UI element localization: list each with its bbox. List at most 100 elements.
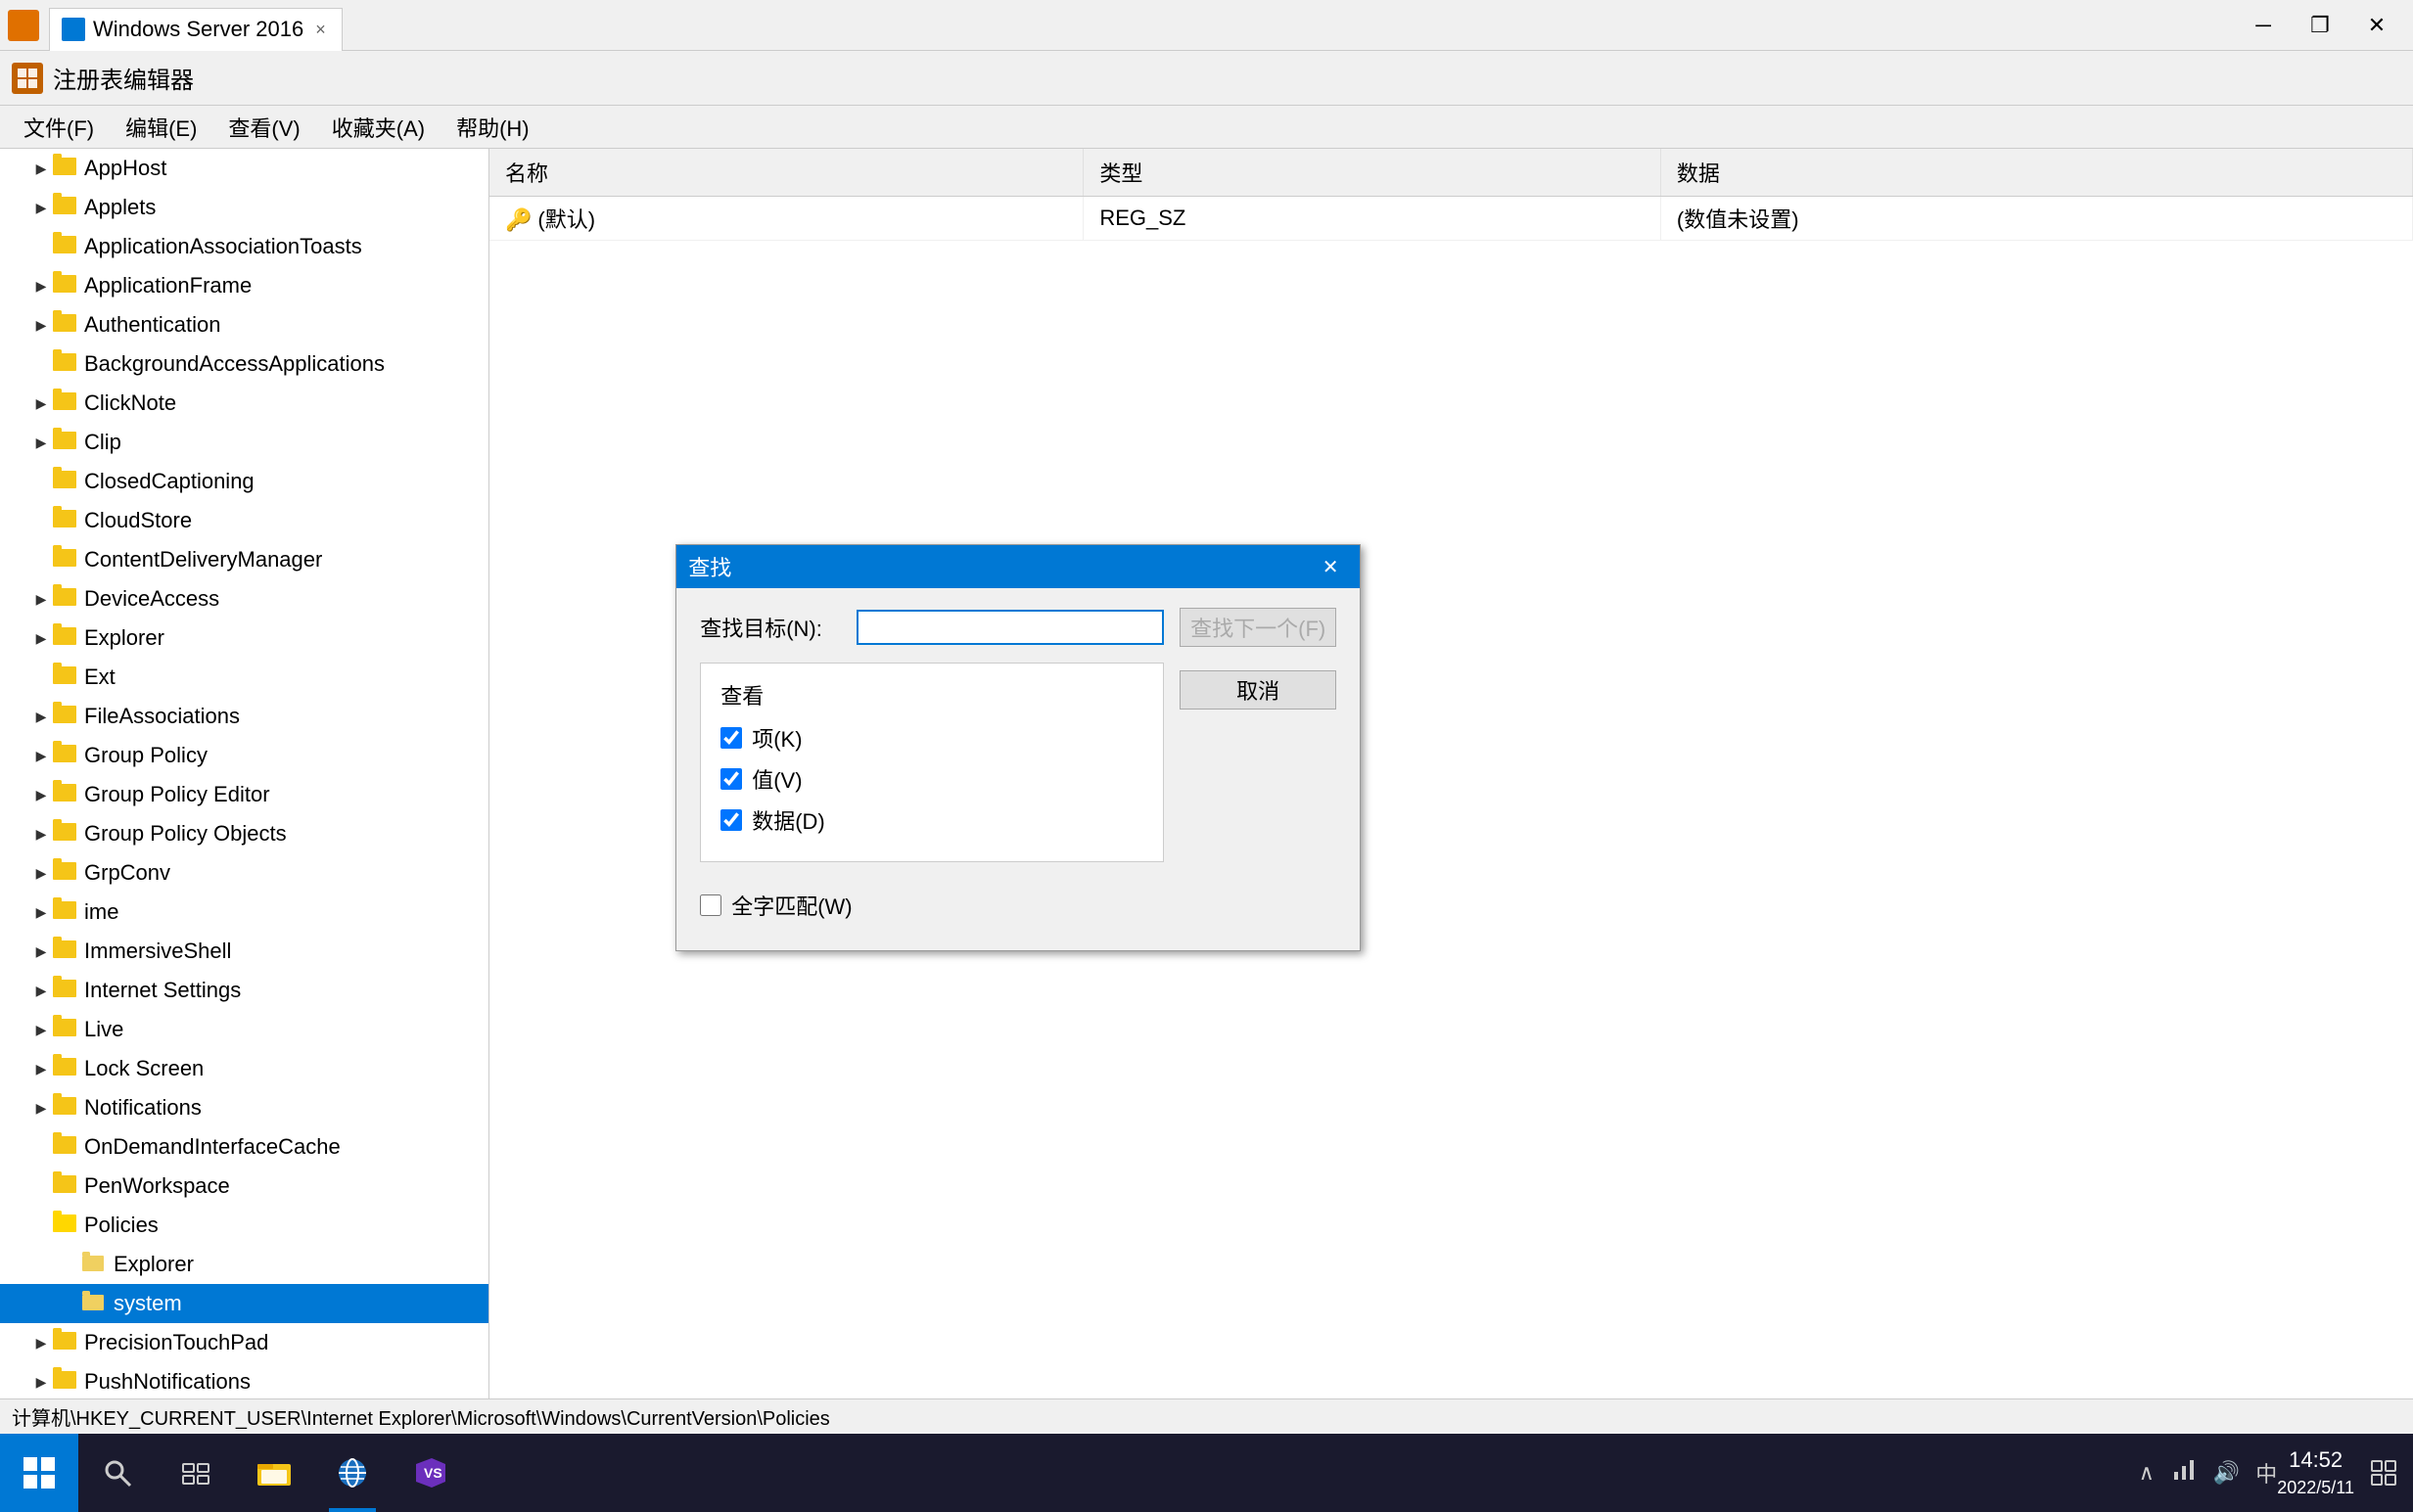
tree-arrow[interactable]: ▶ <box>29 939 53 963</box>
tree-arrow[interactable]: ▶ <box>29 861 53 885</box>
dialog-close-button[interactable]: ✕ <box>1313 549 1348 584</box>
menu-file[interactable]: 文件(F) <box>8 106 110 149</box>
check-values-label[interactable]: 值(V) <box>752 763 802 795</box>
tree-item[interactable]: ▶Lock Screen <box>0 1049 488 1088</box>
tree-item-label: ClickNote <box>84 390 176 416</box>
tree-item[interactable]: ▶AppHost <box>0 149 488 188</box>
taskbar-file-explorer[interactable] <box>235 1434 313 1512</box>
tree-item[interactable]: ▶Internet Settings <box>0 971 488 1010</box>
table-row[interactable]: 🔑(默认)REG_SZ(数值未设置) <box>489 197 2413 241</box>
tray-chevron[interactable]: ∧ <box>2139 1460 2155 1486</box>
check-data-label[interactable]: 数据(D) <box>752 804 825 836</box>
check-items-input[interactable] <box>720 727 742 749</box>
tree-item[interactable]: ▶PrecisionTouchPad <box>0 1323 488 1362</box>
tree-item[interactable]: ▶ApplicationFrame <box>0 266 488 305</box>
cancel-button[interactable]: 取消 <box>1180 670 1336 710</box>
main-tab[interactable]: Windows Server 2016 × <box>49 8 343 51</box>
tray-ime[interactable]: 中 <box>2255 1457 2277 1489</box>
tree-item[interactable]: ▶Group Policy <box>0 736 488 775</box>
tree-arrow[interactable]: ▶ <box>29 626 53 650</box>
start-button[interactable] <box>0 1434 78 1512</box>
tree-arrow[interactable]: ▶ <box>29 705 53 728</box>
tray-network[interactable] <box>2170 1456 2198 1489</box>
folder-icon <box>53 1134 78 1160</box>
find-next-button[interactable]: 查找下一个(F) <box>1180 608 1336 647</box>
tree-item[interactable]: ContentDeliveryManager <box>0 540 488 579</box>
tree-item[interactable]: ▶ime <box>0 893 488 932</box>
tab-close-btn[interactable]: × <box>315 20 326 40</box>
close-button[interactable]: ✕ <box>2348 4 2405 47</box>
tree-arrow[interactable]: ▶ <box>29 783 53 806</box>
regedit-icon <box>12 63 43 94</box>
tree-arrow[interactable]: ▶ <box>29 822 53 846</box>
check-data-input[interactable] <box>720 809 742 831</box>
tree-item[interactable]: ▶Applets <box>0 188 488 227</box>
whole-word-input[interactable] <box>700 894 721 916</box>
menu-bar: 文件(F) 编辑(E) 查看(V) 收藏夹(A) 帮助(H) <box>0 106 2413 149</box>
tree-arrow[interactable]: ▶ <box>29 744 53 767</box>
tree-item[interactable]: ▶Live <box>0 1010 488 1049</box>
tree-item[interactable]: OnDemandInterfaceCache <box>0 1127 488 1167</box>
task-view-button[interactable] <box>157 1434 235 1512</box>
status-bar: 计算机\HKEY_CURRENT_USER\Internet Explorer\… <box>0 1398 2413 1434</box>
tree-item[interactable]: ▶ FileAssociations <box>0 697 488 736</box>
find-input[interactable] <box>857 610 1164 645</box>
find-dialog[interactable]: 查找 ✕ 查找目标(N): 查找下一个(F) 查看 项(K) <box>675 544 1361 951</box>
tree-item[interactable]: ▶Group Policy Editor <box>0 775 488 814</box>
tree-arrow[interactable]: ▶ <box>29 1370 53 1394</box>
tree-item[interactable]: ▶ ImmersiveShell <box>0 932 488 971</box>
taskbar-search-button[interactable] <box>78 1434 157 1512</box>
minimize-button[interactable]: ─ <box>2235 4 2292 47</box>
folder-icon <box>53 821 78 847</box>
tree-arrow[interactable]: ▶ <box>29 587 53 611</box>
taskbar-ie[interactable] <box>313 1434 392 1512</box>
taskbar-dev[interactable]: VS <box>392 1434 470 1512</box>
tree-item[interactable]: ▶Clip <box>0 423 488 462</box>
tree-item[interactable]: CloudStore <box>0 501 488 540</box>
check-items-label[interactable]: 项(K) <box>752 722 802 754</box>
menu-favorites[interactable]: 收藏夹(A) <box>316 106 441 149</box>
whole-word-label[interactable]: 全字匹配(W) <box>731 890 852 921</box>
tree-arrow[interactable]: ▶ <box>29 313 53 337</box>
tree-arrow[interactable]: ▶ <box>29 391 53 415</box>
menu-edit[interactable]: 编辑(E) <box>110 106 212 149</box>
tree-item[interactable]: ▶Group Policy Objects <box>0 814 488 853</box>
folder-icon <box>53 860 78 886</box>
tree-item[interactable]: ▶Authentication <box>0 305 488 344</box>
tree-item-label: FileAssociations <box>84 704 240 729</box>
tree-item[interactable]: Explorer <box>0 1245 488 1284</box>
tree-item[interactable]: ▶Notifications <box>0 1088 488 1127</box>
tree-arrow[interactable]: ▶ <box>29 1057 53 1080</box>
tree-item[interactable]: ▶DeviceAccess <box>0 579 488 619</box>
check-values-input[interactable] <box>720 768 742 790</box>
maximize-button[interactable]: ❐ <box>2292 4 2348 47</box>
tree-item[interactable]: PenWorkspace <box>0 1167 488 1206</box>
action-center[interactable] <box>2354 1434 2413 1512</box>
tree-item[interactable]: BackgroundAccessApplications <box>0 344 488 384</box>
tree-arrow[interactable]: ▶ <box>29 157 53 180</box>
tree-item[interactable]: Policies <box>0 1206 488 1245</box>
tree-arrow[interactable]: ▶ <box>29 1018 53 1041</box>
tree-item[interactable]: ▶ ClickNote <box>0 384 488 423</box>
tree-item[interactable]: ▶Explorer <box>0 619 488 658</box>
tree-arrow[interactable]: ▶ <box>29 274 53 298</box>
tray-volume[interactable]: 🔊 <box>2213 1460 2240 1486</box>
menu-view[interactable]: 查看(V) <box>212 106 315 149</box>
tree-arrow[interactable]: ▶ <box>29 979 53 1002</box>
tree-item[interactable]: Ext <box>0 658 488 697</box>
tree-item[interactable]: ClosedCaptioning <box>0 462 488 501</box>
tree-arrow[interactable]: ▶ <box>29 900 53 924</box>
tree-item[interactable]: system <box>0 1284 488 1323</box>
clock[interactable]: 14:52 2022/5/11 <box>2277 1445 2354 1500</box>
tree-item[interactable]: ApplicationAssociationToasts <box>0 227 488 266</box>
folder-icon <box>53 704 78 729</box>
tree-item-label: ImmersiveShell <box>84 939 231 964</box>
tree-item[interactable]: ▶GrpConv <box>0 853 488 893</box>
tree-arrow[interactable]: ▶ <box>29 1096 53 1120</box>
cancel-col: 取消 <box>1180 663 1336 710</box>
tree-item[interactable]: ▶PushNotifications <box>0 1362 488 1398</box>
menu-help[interactable]: 帮助(H) <box>441 106 545 149</box>
tree-arrow[interactable]: ▶ <box>29 431 53 454</box>
tree-arrow[interactable]: ▶ <box>29 196 53 219</box>
tree-arrow[interactable]: ▶ <box>29 1331 53 1354</box>
